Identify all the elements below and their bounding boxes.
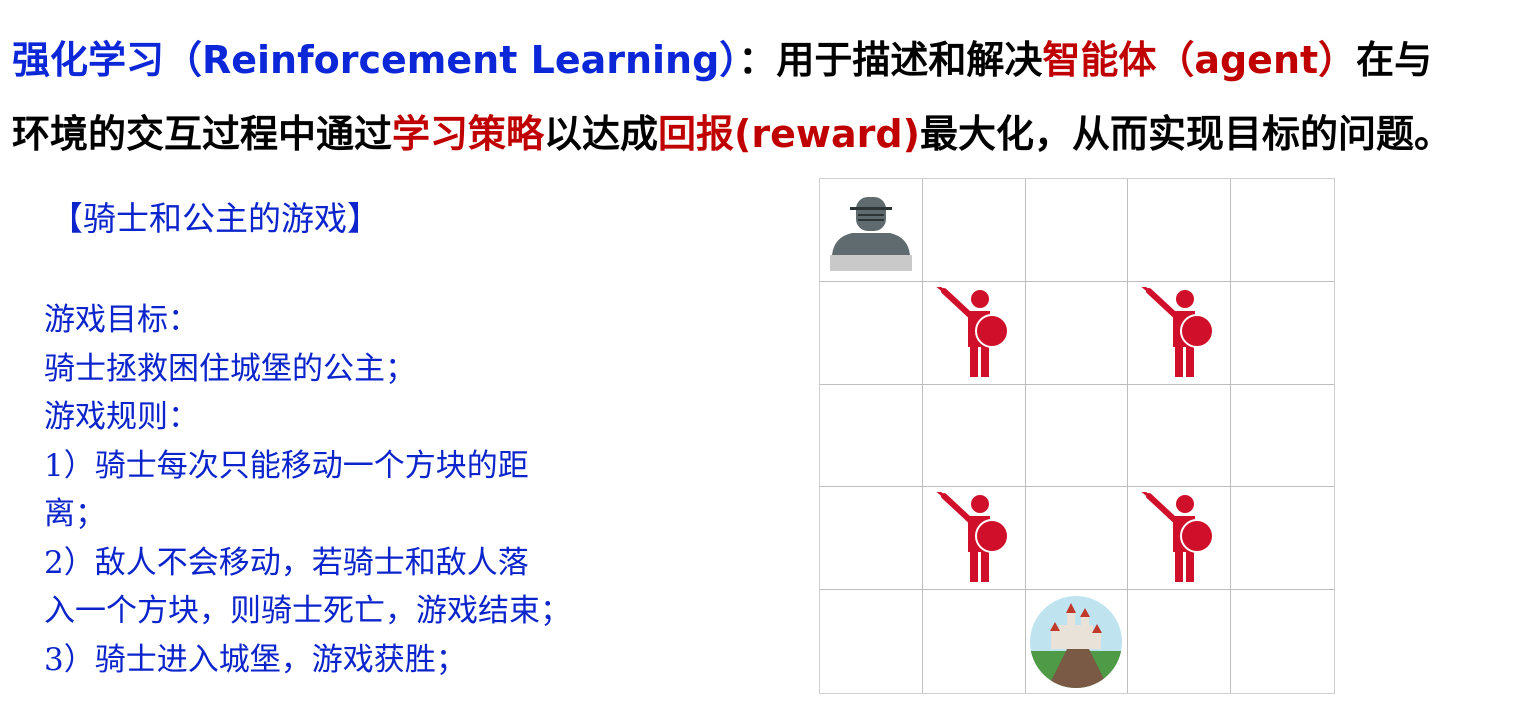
knight-icon bbox=[829, 189, 912, 271]
grid-cell bbox=[820, 179, 923, 282]
headline-policy-term: 学习策略 bbox=[392, 112, 545, 156]
castle-icon bbox=[1029, 595, 1123, 689]
rule-line: 1）骑士每次只能移动一个方块的距 bbox=[44, 447, 529, 484]
rule-line: 3）骑士进入城堡，游戏获胜； bbox=[44, 641, 467, 678]
grid-cell bbox=[1025, 487, 1129, 591]
enemy-swordsman-icon bbox=[1137, 492, 1221, 584]
enemy-swordsman-icon bbox=[932, 286, 1016, 379]
headline-line-2: 环境的交互过程中通过学习策略以达成回报(reward)最大化，从而实现目标的问题… bbox=[12, 110, 1517, 158]
grid-cell bbox=[1128, 281, 1232, 385]
grid-cell bbox=[1128, 384, 1232, 488]
headline-agent-term: 智能体（agent） bbox=[1042, 38, 1357, 82]
grid-cell bbox=[1025, 179, 1129, 282]
game-title: 【骑士和公主的游戏】 bbox=[50, 199, 380, 238]
grid-cell bbox=[820, 487, 923, 591]
headline-text: 环境的交互过程中通过 bbox=[12, 112, 393, 156]
grid-cell bbox=[922, 281, 1026, 385]
rule-line: 入一个方块，则骑士死亡，游戏结束； bbox=[44, 593, 571, 629]
grid-cell bbox=[923, 590, 1026, 693]
headline-line-1: 强化学习（Reinforcement Learning）：用于描述和解决智能体（… bbox=[12, 36, 1517, 84]
game-grid bbox=[819, 178, 1335, 694]
grid-cell bbox=[1231, 282, 1334, 385]
grid-cell bbox=[1231, 385, 1334, 488]
grid-cell bbox=[1128, 179, 1232, 282]
grid-cell bbox=[1231, 590, 1334, 693]
grid-cell bbox=[1026, 590, 1129, 693]
headline-text: ：用于描述和解决 bbox=[738, 38, 1043, 82]
rule-line: 2）敌人不会移动，若骑士和敌人落 bbox=[44, 544, 529, 581]
grid-cell bbox=[1128, 487, 1232, 591]
headline-text: 在与 bbox=[1356, 38, 1433, 82]
headline-text: 最大化，从而实现目标的问题。 bbox=[919, 112, 1452, 156]
grid-cell bbox=[922, 384, 1026, 488]
enemy-swordsman-icon bbox=[932, 492, 1016, 584]
grid-cell bbox=[922, 487, 1026, 591]
headline-rl-term: 强化学习（Reinforcement Learning） bbox=[12, 38, 739, 82]
game-rules: 游戏目标： 骑士拯救困住城堡的公主； 游戏规则： 1）骑士每次只能移动一个方块的… bbox=[44, 296, 744, 684]
rule-line: 骑士拯救困住城堡的公主； bbox=[44, 350, 416, 387]
grid-cell bbox=[1025, 281, 1129, 385]
grid-cell bbox=[1231, 179, 1334, 282]
rule-line: 游戏规则： bbox=[44, 399, 199, 435]
rule-line: 离； bbox=[44, 496, 106, 532]
grid-cell bbox=[922, 179, 1026, 282]
grid-cell bbox=[1231, 487, 1334, 591]
grid-cell bbox=[1128, 590, 1232, 693]
grid-cell bbox=[820, 281, 923, 385]
enemy-swordsman-icon bbox=[1137, 286, 1221, 379]
grid-cell bbox=[820, 384, 923, 488]
headline-reward-term: 回报(reward) bbox=[658, 112, 920, 156]
grid-cell bbox=[820, 590, 923, 693]
rule-line: 游戏目标： bbox=[44, 302, 199, 338]
grid-cell bbox=[1025, 384, 1129, 488]
headline-text: 以达成 bbox=[544, 112, 659, 156]
